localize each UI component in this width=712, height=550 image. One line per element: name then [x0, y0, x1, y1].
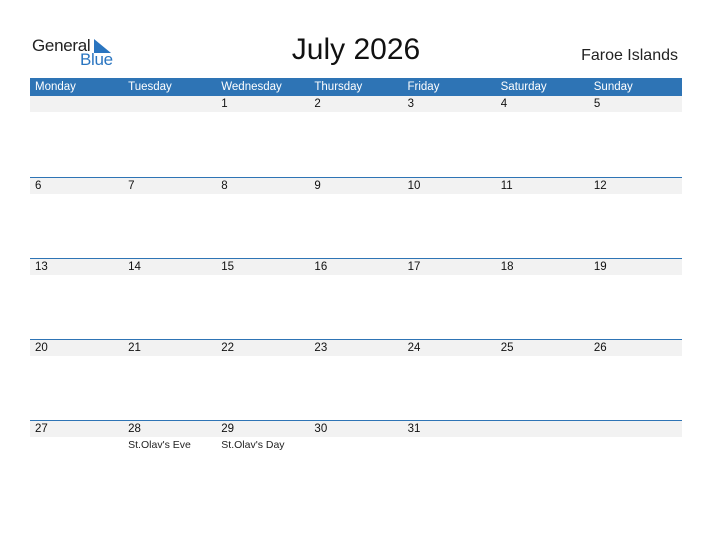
week-row: 20 21 22 23 24 25 26: [30, 339, 682, 421]
weekday-header: Monday Tuesday Wednesday Thursday Friday…: [30, 78, 682, 96]
day-cell: 8: [216, 178, 309, 259]
day-cell: 3: [403, 96, 496, 177]
day-cell: 7: [123, 178, 216, 259]
day-cell: 15: [216, 259, 309, 340]
day-cell: 23: [309, 340, 402, 421]
weekday-saturday: Saturday: [500, 81, 547, 93]
day-cell: 1: [216, 96, 309, 177]
day-cell: 9: [309, 178, 402, 259]
day-number: 8: [221, 180, 228, 192]
day-number: 22: [221, 342, 235, 354]
weekday-thursday: Thursday: [314, 81, 363, 93]
country-label: Faroe Islands: [581, 47, 678, 64]
day-number: 1: [221, 98, 228, 110]
day-cell: [496, 421, 589, 502]
day-cell: 13: [30, 259, 123, 340]
weekday-monday: Monday: [35, 81, 76, 93]
day-cell: 14: [123, 259, 216, 340]
day-number: 31: [407, 423, 421, 435]
weekday-tuesday: Tuesday: [128, 81, 172, 93]
day-number: 5: [593, 98, 601, 110]
day-cell: 20: [30, 340, 123, 421]
day-number: 28: [128, 423, 141, 435]
holiday-label: St.Olav's Eve: [128, 439, 191, 451]
day-number: 30: [314, 423, 328, 435]
day-cell: 22: [216, 340, 309, 421]
day-number: 4: [500, 98, 508, 110]
day-number: 7: [128, 180, 135, 192]
weekday-friday: Friday: [407, 81, 440, 93]
day-number: 29: [221, 423, 235, 435]
day-cell: 28 St.Olav's Eve: [123, 421, 216, 502]
day-cell: 27: [30, 421, 123, 502]
day-cell: [30, 96, 123, 177]
day-cell: 19: [589, 259, 682, 340]
day-cell: 10: [403, 178, 496, 259]
day-cell: 6: [30, 178, 123, 259]
day-number: 3: [407, 98, 414, 110]
day-number: 18: [500, 261, 514, 273]
day-number: 16: [314, 261, 328, 273]
weekday-wednesday: Wednesday: [221, 81, 282, 93]
day-number: 21: [128, 342, 141, 354]
day-number: 6: [35, 180, 42, 192]
holiday-label: St.Olav's Day: [221, 439, 285, 451]
day-cell: 4: [496, 96, 589, 177]
day-number: 26: [593, 342, 607, 354]
day-cell: 25: [496, 340, 589, 421]
day-cell: 31: [403, 421, 496, 502]
day-number: 19: [593, 261, 607, 273]
day-cell: 2: [309, 96, 402, 177]
day-cell: 26: [589, 340, 682, 421]
day-cell: 17: [403, 259, 496, 340]
day-number: 27: [35, 423, 48, 435]
day-cell: [123, 96, 216, 177]
day-cell: 16: [309, 259, 402, 340]
day-number: 24: [407, 342, 421, 354]
day-number: 12: [593, 180, 607, 192]
day-cell: 24: [403, 340, 496, 421]
week-row: 1 2 3 4 5: [30, 96, 682, 177]
day-cell: 21: [123, 340, 216, 421]
day-number: 10: [407, 180, 421, 192]
day-cell: 30: [309, 421, 402, 502]
day-number: 23: [314, 342, 328, 354]
day-cell: 18: [496, 259, 589, 340]
weekday-sunday: Sunday: [593, 81, 633, 93]
week-row: 13 14 15 16 17 18 19: [30, 258, 682, 340]
day-number: 14: [128, 261, 141, 273]
day-number: 20: [35, 342, 48, 354]
day-cell: 12: [589, 178, 682, 259]
day-number: 2: [314, 98, 321, 110]
day-number: 9: [314, 180, 321, 192]
week-row: 6 7 8 9 10 11 12: [30, 177, 682, 259]
day-cell: 29 St.Olav's Day: [216, 421, 309, 502]
day-number: 15: [221, 261, 235, 273]
day-cell: 11: [496, 178, 589, 259]
day-number: 25: [500, 342, 514, 354]
day-number: 13: [35, 261, 48, 273]
day-number: 17: [407, 261, 421, 273]
day-number: 11: [500, 180, 513, 192]
week-row: 27 28 St.Olav's Eve 29 St.Olav's Day 30 31: [30, 420, 682, 502]
day-cell: [589, 421, 682, 502]
day-cell: 5: [589, 96, 682, 177]
